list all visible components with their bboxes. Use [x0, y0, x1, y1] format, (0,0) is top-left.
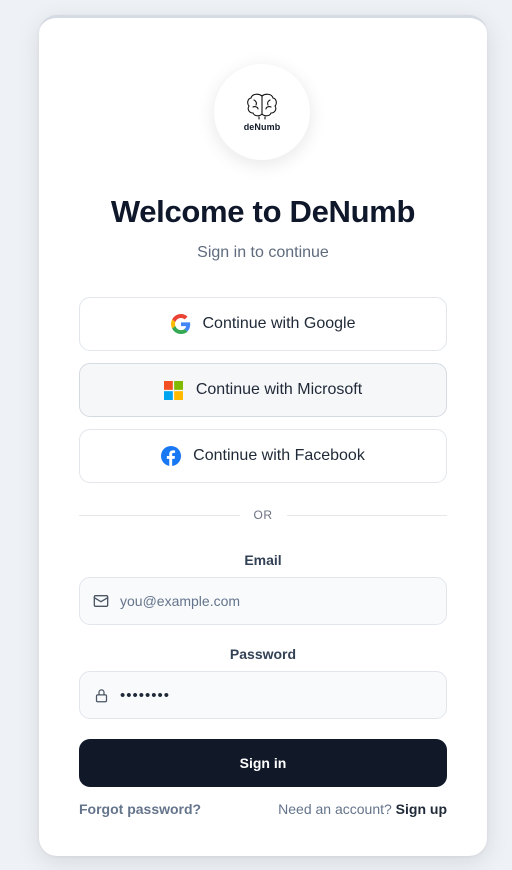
divider-text: OR	[253, 508, 273, 522]
lock-icon	[92, 686, 110, 704]
google-icon	[170, 314, 191, 334]
facebook-signin-label: Continue with Facebook	[193, 447, 365, 464]
brand-name: deNumb	[243, 122, 281, 132]
or-divider: OR	[79, 506, 447, 524]
password-field[interactable]: ••••••••	[79, 671, 447, 719]
email-label: Email	[244, 552, 282, 568]
forgot-password-link[interactable]: Forgot password?	[79, 801, 201, 817]
brain-icon	[247, 93, 277, 120]
facebook-icon	[161, 446, 182, 466]
password-label: Password	[229, 646, 297, 662]
divider-line	[79, 514, 240, 516]
login-card: deNumb Welcome to DeNumb Sign in to cont…	[39, 15, 487, 856]
divider-line	[286, 514, 447, 516]
password-value: ••••••••	[120, 686, 171, 704]
brand-logo: deNumb	[214, 64, 310, 160]
google-signin-label: Continue with Google	[202, 315, 356, 332]
microsoft-signin-button[interactable]: Continue with Microsoft	[79, 363, 447, 417]
facebook-signin-button[interactable]: Continue with Facebook	[79, 429, 447, 483]
mail-icon	[92, 592, 110, 610]
email-field[interactable]: you@example.com	[79, 577, 447, 625]
sign-up-link[interactable]: Sign up	[396, 801, 447, 817]
account-prompt: Need an account? Sign up	[278, 801, 447, 817]
sign-in-button[interactable]: Sign in	[79, 739, 447, 787]
google-signin-button[interactable]: Continue with Google	[79, 297, 447, 351]
microsoft-icon	[164, 380, 184, 400]
microsoft-signin-label: Continue with Microsoft	[195, 381, 363, 398]
email-placeholder: you@example.com	[120, 593, 241, 609]
account-prompt-text: Need an account?	[278, 801, 392, 817]
page-subtitle: Sign in to continue	[197, 244, 329, 261]
page-title: Welcome to DeNumb	[110, 194, 416, 229]
